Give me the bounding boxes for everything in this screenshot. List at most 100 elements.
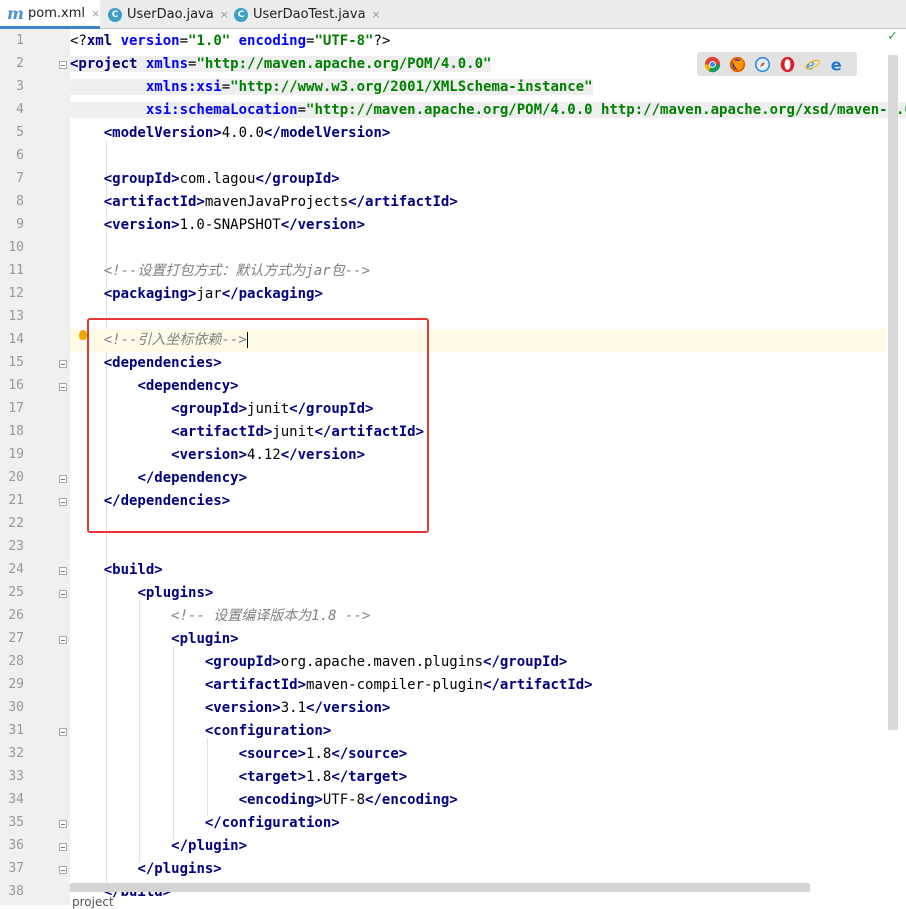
- fold-toggle-icon[interactable]: [59, 866, 67, 874]
- xml-attribute: encoding: [238, 33, 307, 49]
- code-text: =: [221, 79, 231, 95]
- fold-toggle-icon[interactable]: [59, 728, 67, 736]
- intention-bulb-icon[interactable]: [79, 330, 87, 340]
- line-number: 1: [16, 33, 24, 48]
- xml-tag: </target>: [331, 769, 408, 785]
- code-line[interactable]: <plugin>: [70, 628, 886, 651]
- xml-attribute: xmlns:xsi: [145, 79, 222, 95]
- line-number: 13: [8, 309, 24, 324]
- xml-tag: <groupId>: [103, 171, 180, 187]
- tab-userdaotest-java[interactable]: C UserDaoTest.java ×: [226, 0, 381, 29]
- xml-attribute: version: [120, 33, 180, 49]
- line-number: 31: [8, 723, 24, 738]
- fold-toggle-icon[interactable]: [59, 636, 67, 644]
- safari-icon[interactable]: [753, 55, 772, 74]
- chrome-icon[interactable]: [703, 55, 722, 74]
- code-text: =: [179, 33, 189, 49]
- tab-label: pom.xml: [28, 5, 85, 21]
- fold-toggle-icon[interactable]: [59, 843, 67, 851]
- breadcrumb[interactable]: project: [72, 895, 114, 909]
- editor-tab-bar: m pom.xml × C UserDao.java × C UserDaoTe…: [0, 0, 906, 29]
- code-line[interactable]: [70, 237, 886, 260]
- ie-icon[interactable]: e: [803, 55, 822, 74]
- fold-toggle-icon[interactable]: [59, 567, 67, 575]
- xml-tag: <packaging>: [103, 286, 197, 302]
- code-line[interactable]: [70, 145, 886, 168]
- code-line[interactable]: <modelVersion>4.0.0</modelVersion>: [70, 122, 886, 145]
- fold-toggle-icon[interactable]: [59, 360, 67, 368]
- xml-tag: </version>: [280, 217, 366, 233]
- xml-tag: <encoding>: [238, 792, 323, 808]
- fold-toggle-icon[interactable]: [59, 61, 67, 69]
- no-problems-check-icon[interactable]: ✓: [887, 29, 898, 44]
- close-icon[interactable]: ×: [372, 8, 381, 21]
- code-line[interactable]: </plugin>: [70, 835, 886, 858]
- code-text: com.lagou: [179, 171, 256, 187]
- code-text: 4.0.0: [221, 125, 264, 141]
- line-number: 10: [8, 240, 24, 255]
- line-number: 21: [8, 493, 24, 508]
- code-line[interactable]: xsi:schemaLocation="http://maven.apache.…: [70, 99, 906, 122]
- code-text: maven-compiler-plugin: [306, 677, 484, 693]
- code-line[interactable]: <artifactId>maven-compiler-plugin</artif…: [70, 674, 886, 697]
- xml-tag: <version>: [103, 217, 180, 233]
- code-line[interactable]: <encoding>UTF-8</encoding>: [70, 789, 886, 812]
- vertical-scrollbar[interactable]: [888, 55, 898, 730]
- fold-toggle-icon[interactable]: [59, 475, 67, 483]
- line-number-gutter[interactable]: 1 2 3 4 5 6 7 8 9 10 11 12 13 14 15 16 17 18 19 20 21 22 23 24 2…: [0, 29, 70, 905]
- close-icon[interactable]: ×: [91, 7, 100, 20]
- opera-icon[interactable]: [778, 55, 797, 74]
- code-line[interactable]: <?xml version="1.0" encoding="UTF-8"?>: [70, 30, 886, 53]
- tab-userdao-java[interactable]: C UserDao.java ×: [100, 0, 229, 29]
- code-line[interactable]: <artifactId>mavenJavaProjects</artifactI…: [70, 191, 886, 214]
- line-number: 5: [16, 125, 24, 140]
- fold-toggle-icon[interactable]: [59, 498, 67, 506]
- maven-m-icon: m: [7, 3, 24, 23]
- code-line[interactable]: <configuration>: [70, 720, 886, 743]
- code-text: 3.1: [280, 700, 307, 716]
- line-number: 38: [8, 884, 24, 899]
- edge-icon[interactable]: e: [828, 55, 847, 74]
- xml-tag: <version>: [204, 700, 281, 716]
- code-line[interactable]: </configuration>: [70, 812, 886, 835]
- xml-string: "UTF-8": [314, 33, 374, 49]
- code-line[interactable]: [70, 536, 886, 559]
- code-text: 1.0-SNAPSHOT: [179, 217, 281, 233]
- code-line[interactable]: <groupId>org.apache.maven.plugins</group…: [70, 651, 886, 674]
- line-number: 2: [16, 56, 24, 71]
- code-line[interactable]: </plugins>: [70, 858, 886, 881]
- line-number: 35: [8, 815, 24, 830]
- code-line[interactable]: <!-- 设置编译版本为1.8 -->: [70, 605, 886, 628]
- fold-toggle-icon[interactable]: [59, 820, 67, 828]
- xml-tag: </groupId>: [255, 171, 340, 187]
- horizontal-scrollbar[interactable]: [70, 883, 810, 892]
- code-line[interactable]: <!--设置打包方式：默认方式为jar包-->: [70, 260, 886, 283]
- tab-pom-xml[interactable]: m pom.xml ×: [0, 0, 100, 29]
- code-line[interactable]: xmlns:xsi="http://www.w3.org/2001/XMLSch…: [70, 76, 886, 99]
- firefox-icon[interactable]: [728, 55, 747, 74]
- line-number: 4: [16, 102, 24, 117]
- fold-toggle-icon[interactable]: [59, 383, 67, 391]
- xml-tag: </artifactId>: [483, 677, 593, 693]
- code-line[interactable]: <version>3.1</version>: [70, 697, 886, 720]
- code-line[interactable]: <plugins>: [70, 582, 886, 605]
- xml-tag: <project: [70, 56, 146, 72]
- code-line[interactable]: <source>1.8</source>: [70, 743, 886, 766]
- fold-toggle-icon[interactable]: [59, 590, 67, 598]
- code-line[interactable]: <packaging>jar</packaging>: [70, 283, 886, 306]
- annotation-highlight-box: [87, 318, 429, 533]
- code-line[interactable]: <build>: [70, 559, 886, 582]
- line-number: 37: [8, 861, 24, 876]
- code-line[interactable]: <groupId>com.lagou</groupId>: [70, 168, 886, 191]
- code-line[interactable]: <target>1.8</target>: [70, 766, 886, 789]
- xml-tag: </artifactId>: [348, 194, 458, 210]
- code-text: 1.8: [306, 746, 332, 762]
- code-line[interactable]: <version>1.0-SNAPSHOT</version>: [70, 214, 886, 237]
